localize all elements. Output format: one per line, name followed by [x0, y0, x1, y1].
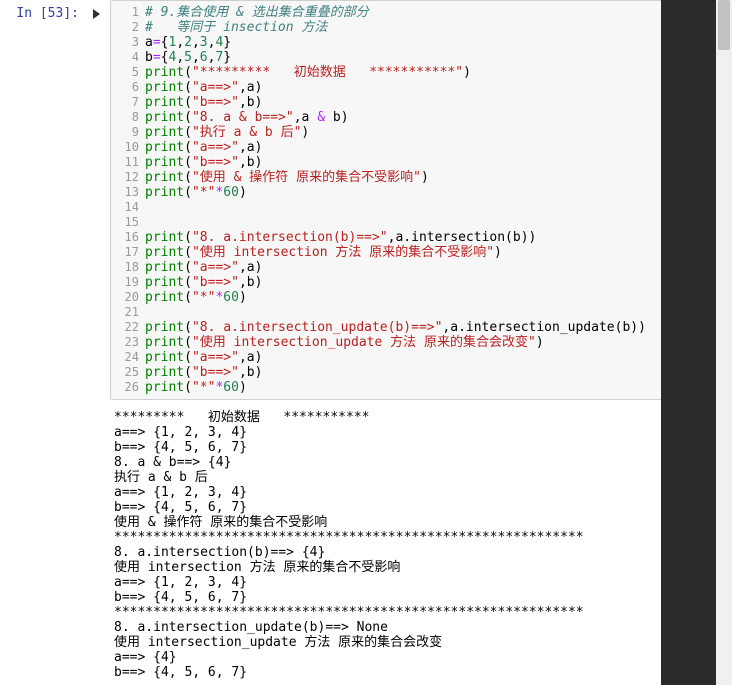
- notebook-viewport: In [53]: 1# 9.集合使用 & 选出集合重叠的部分2# 等同于 ins…: [0, 0, 732, 685]
- code-line[interactable]: 4b={4,5,6,7}: [111, 50, 731, 65]
- code-line[interactable]: 17print("使用 intersection 方法 原来的集合不受影响"): [111, 245, 731, 260]
- line-number: 6: [111, 80, 145, 95]
- code-text[interactable]: print("a==>",a): [145, 260, 731, 275]
- right-dark-panel: [661, 0, 716, 685]
- code-line[interactable]: 6print("a==>",a): [111, 80, 731, 95]
- line-number: 14: [111, 200, 145, 215]
- code-text[interactable]: print("8. a & b==>",a & b): [145, 110, 731, 125]
- line-number: 1: [111, 5, 145, 20]
- code-line[interactable]: 3a={1,2,3,4}: [111, 35, 731, 50]
- code-text[interactable]: print("b==>",b): [145, 365, 731, 380]
- line-number: 2: [111, 20, 145, 35]
- code-line[interactable]: 10print("a==>",a): [111, 140, 731, 155]
- code-cell: In [53]: 1# 9.集合使用 & 选出集合重叠的部分2# 等同于 ins…: [0, 0, 732, 400]
- line-number: 11: [111, 155, 145, 170]
- line-number: 22: [111, 320, 145, 335]
- code-text[interactable]: # 等同于 insection 方法: [145, 20, 731, 35]
- code-line[interactable]: 1# 9.集合使用 & 选出集合重叠的部分: [111, 5, 731, 20]
- code-line[interactable]: 18print("a==>",a): [111, 260, 731, 275]
- code-text[interactable]: a={1,2,3,4}: [145, 35, 731, 50]
- line-number: 16: [111, 230, 145, 245]
- code-line[interactable]: 23print("使用 intersection_update 方法 原来的集合…: [111, 335, 731, 350]
- code-line[interactable]: 24print("a==>",a): [111, 350, 731, 365]
- code-line[interactable]: 16print("8. a.intersection(b)==>",a.inte…: [111, 230, 731, 245]
- code-text[interactable]: print("8. a.intersection_update(b)==>",a…: [145, 320, 731, 335]
- line-number: 10: [111, 140, 145, 155]
- code-text[interactable]: b={4,5,6,7}: [145, 50, 731, 65]
- line-number: 3: [111, 35, 145, 50]
- play-icon[interactable]: [93, 9, 100, 19]
- input-prompt: In [53]:: [10, 0, 110, 21]
- code-text[interactable]: print("b==>",b): [145, 95, 731, 110]
- line-number: 7: [111, 95, 145, 110]
- code-text[interactable]: print("b==>",b): [145, 155, 731, 170]
- line-number: 5: [111, 65, 145, 80]
- line-number: 15: [111, 215, 145, 230]
- code-text[interactable]: print("*"*60): [145, 380, 731, 395]
- code-input-area[interactable]: 1# 9.集合使用 & 选出集合重叠的部分2# 等同于 insection 方法…: [110, 0, 732, 400]
- line-number: 19: [111, 275, 145, 290]
- code-line[interactable]: 12print("使用 & 操作符 原来的集合不受影响"): [111, 170, 731, 185]
- code-line[interactable]: 22print("8. a.intersection_update(b)==>"…: [111, 320, 731, 335]
- line-number: 20: [111, 290, 145, 305]
- cell-output: ********* 初始数据 *********** a==> {1, 2, 3…: [100, 400, 732, 680]
- code-text[interactable]: print("*"*60): [145, 185, 731, 200]
- code-line[interactable]: 21: [111, 305, 731, 320]
- code-text[interactable]: print("********* 初始数据 ***********"): [145, 65, 731, 80]
- code-text[interactable]: print("8. a.intersection(b)==>",a.inters…: [145, 230, 731, 245]
- line-number: 8: [111, 110, 145, 125]
- code-text[interactable]: print("使用 intersection 方法 原来的集合不受影响"): [145, 245, 731, 260]
- code-text[interactable]: print("a==>",a): [145, 350, 731, 365]
- code-line[interactable]: 5print("********* 初始数据 ***********"): [111, 65, 731, 80]
- code-line[interactable]: 26print("*"*60): [111, 380, 731, 395]
- code-text[interactable]: print("b==>",b): [145, 275, 731, 290]
- code-line[interactable]: 15: [111, 215, 731, 230]
- code-line[interactable]: 8print("8. a & b==>",a & b): [111, 110, 731, 125]
- line-number: 21: [111, 305, 145, 320]
- code-text[interactable]: # 9.集合使用 & 选出集合重叠的部分: [145, 5, 731, 20]
- code-text[interactable]: print("执行 a & b 后"): [145, 125, 731, 140]
- code-text[interactable]: print("使用 & 操作符 原来的集合不受影响"): [145, 170, 731, 185]
- code-text[interactable]: print("a==>",a): [145, 80, 731, 95]
- line-number: 26: [111, 380, 145, 395]
- code-line[interactable]: 14: [111, 200, 731, 215]
- code-line[interactable]: 11print("b==>",b): [111, 155, 731, 170]
- code-line[interactable]: 20print("*"*60): [111, 290, 731, 305]
- scrollbar-thumb[interactable]: [718, 0, 730, 50]
- line-number: 12: [111, 170, 145, 185]
- line-number: 24: [111, 350, 145, 365]
- line-number: 13: [111, 185, 145, 200]
- line-number: 18: [111, 260, 145, 275]
- code-line[interactable]: 7print("b==>",b): [111, 95, 731, 110]
- code-line[interactable]: 25print("b==>",b): [111, 365, 731, 380]
- line-number: 9: [111, 125, 145, 140]
- line-number: 23: [111, 335, 145, 350]
- vertical-scrollbar[interactable]: [716, 0, 732, 685]
- code-line[interactable]: 2# 等同于 insection 方法: [111, 20, 731, 35]
- code-line[interactable]: 19print("b==>",b): [111, 275, 731, 290]
- code-text[interactable]: print("a==>",a): [145, 140, 731, 155]
- line-number: 25: [111, 365, 145, 380]
- code-line[interactable]: 9print("执行 a & b 后"): [111, 125, 731, 140]
- code-text[interactable]: print("*"*60): [145, 290, 731, 305]
- code-line[interactable]: 13print("*"*60): [111, 185, 731, 200]
- line-number: 4: [111, 50, 145, 65]
- code-text[interactable]: print("使用 intersection_update 方法 原来的集合会改…: [145, 335, 731, 350]
- line-number: 17: [111, 245, 145, 260]
- prompt-label: In [53]:: [16, 6, 79, 21]
